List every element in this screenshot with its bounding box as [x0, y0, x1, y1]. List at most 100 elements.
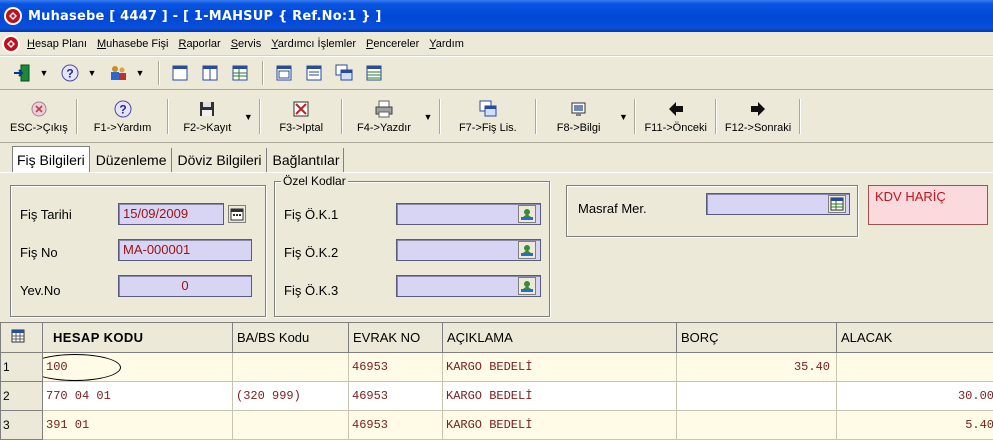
yev-no-label: Yev.No [20, 283, 61, 298]
calendar-icon [230, 208, 244, 221]
menu-muhasebe-fisi[interactable]: Muhasebe Fişi [96, 36, 170, 52]
col-header-aciklama[interactable]: AÇIKLAMA [442, 322, 677, 353]
menu-raporlar[interactable]: Raporlar [177, 36, 221, 52]
col-header-borc[interactable]: BORÇ [676, 322, 837, 353]
table-row[interactable]: 1 100 46953 KARGO BEDELİ 35.40 [0, 352, 993, 382]
col-header-alacak[interactable]: ALACAK [836, 322, 993, 353]
row-number[interactable]: 3 [0, 410, 43, 440]
f1-help-button[interactable]: ? F1->Yardım [82, 91, 164, 142]
window-tile-icon[interactable] [270, 60, 298, 86]
cell-alacak[interactable] [836, 352, 993, 382]
users-icon[interactable] [104, 60, 132, 86]
menu-muhasebe-fisi-label: uhasebe Fişi [106, 37, 169, 50]
cell-borc[interactable] [676, 381, 837, 411]
fis-ok1-lookup-button[interactable] [518, 205, 536, 223]
col-header-hesap-kodu[interactable]: HESAP KODU [42, 322, 233, 353]
arrow-right-icon [751, 102, 766, 116]
f11-previous-button[interactable]: F11->Önceki [640, 91, 710, 142]
save-dropdown-arrow-icon[interactable]: ▼ [241, 91, 255, 142]
cell-evrak-no[interactable]: 46953 [348, 381, 443, 411]
users-dropdown-arrow-icon[interactable]: ▼ [134, 60, 146, 86]
f4-print-button[interactable]: F4->Yazdır [347, 91, 421, 142]
f12-next-button[interactable]: F12->Sonraki [721, 91, 795, 142]
ozel-kodlar-legend: Özel Kodlar [281, 174, 348, 188]
col-header-ba-bs-kodu[interactable]: BA/BS Kodu [232, 322, 349, 353]
function-toolbar: ESC->Çıkış ? F1->Yardım F2->Kayıt ▼ F3->… [0, 91, 993, 143]
fis-tarihi-field[interactable]: 15/09/2009 [118, 203, 224, 225]
menu-yardim-label: ardım [435, 37, 464, 50]
cell-hesap-kodu[interactable]: 100 [42, 352, 233, 382]
info-dropdown-arrow-icon[interactable]: ▼ [616, 91, 630, 142]
cell-aciklama[interactable]: KARGO BEDELİ [442, 381, 677, 411]
title-bar: Muhasebe [ 4447 ] - [ 1-MAHSUP { Ref.No:… [0, 0, 993, 32]
table-row[interactable]: 2 770 04 01 (320 999) 46953 KARGO BEDELİ… [0, 381, 993, 411]
menu-hesap-plani[interactable]: Hesap Planı [26, 36, 88, 52]
toolbar-separator [341, 99, 344, 134]
f8-info-button[interactable]: F8->Bilgi [541, 91, 617, 142]
icon-toolbar: ▼ ? ▼ ▼ [0, 56, 993, 90]
window-cascade-icon[interactable] [330, 60, 358, 86]
cell-borc[interactable] [676, 410, 837, 440]
grid-settings-icon [11, 329, 25, 343]
row-number[interactable]: 2 [0, 381, 43, 411]
tab-duzenleme[interactable]: Düzenleme [92, 148, 172, 172]
printer-icon [375, 100, 393, 118]
help-dropdown-arrow-icon[interactable]: ▼ [86, 60, 98, 86]
menu-yardim[interactable]: Yardım [428, 36, 465, 52]
cell-hesap-kodu[interactable]: 770 04 01 [42, 381, 233, 411]
window-table-icon[interactable] [360, 60, 388, 86]
voucher-lines-table: HESAP KODU BA/BS Kodu EVRAK NO AÇIKLAMA … [0, 322, 993, 440]
mdi-child-icon[interactable] [2, 34, 20, 53]
menu-pencereler[interactable]: Pencereler [365, 36, 420, 52]
menu-servis[interactable]: Servis [230, 36, 263, 52]
cell-borc[interactable]: 35.40 [676, 352, 837, 382]
yev-no-field[interactable]: 0 [118, 275, 252, 297]
calendar-picker-button[interactable] [228, 205, 246, 223]
cell-ba-bs-kodu[interactable] [232, 410, 349, 440]
cell-evrak-no[interactable]: 46953 [348, 410, 443, 440]
tab-baglantilar[interactable]: Bağlantılar [269, 148, 345, 172]
f7-voucher-list-button[interactable]: F7->Fiş Lis. [445, 91, 531, 142]
window-layout-2-icon[interactable] [196, 60, 224, 86]
help-icon[interactable]: ? [56, 60, 84, 86]
tab-strip: Fiş Bilgileri Düzenleme Döviz Bilgileri … [12, 146, 346, 172]
fis-no-field[interactable]: MA-000001 [118, 239, 252, 261]
table-row[interactable]: 3 391 01 46953 KARGO BEDELİ 5.40 [0, 410, 993, 440]
window-layout-1-icon[interactable] [166, 60, 194, 86]
f2-save-button[interactable]: F2->Kayıt [173, 91, 241, 142]
cell-hesap-kodu[interactable]: 391 01 [42, 410, 233, 440]
esc-exit-button[interactable]: ESC->Çıkış [6, 91, 72, 142]
cell-evrak-no[interactable]: 46953 [348, 352, 443, 382]
toolbar-separator [167, 99, 170, 134]
cell-ba-bs-kodu[interactable] [232, 352, 349, 382]
masraf-lookup-button[interactable] [828, 195, 846, 213]
grid-corner-cell[interactable] [0, 322, 43, 353]
cell-alacak[interactable]: 30.00 [836, 381, 993, 411]
tab-doviz-bilgileri[interactable]: Döviz Bilgileri [174, 148, 267, 172]
fis-ok3-lookup-button[interactable] [518, 277, 536, 295]
cell-ba-bs-kodu[interactable]: (320 999) [232, 381, 349, 411]
fis-tarihi-label: Fiş Tarihi [20, 207, 72, 222]
voucher-lines-grid: HESAP KODU BA/BS Kodu EVRAK NO AÇIKLAMA … [0, 322, 993, 441]
floppy-save-icon [200, 102, 215, 116]
toolbar-separator [438, 99, 441, 134]
f3-cancel-button[interactable]: F3->Iptal [265, 91, 337, 142]
window-grid-icon[interactable] [226, 60, 254, 86]
voucher-info-panel: Fiş Tarihi 15/09/2009 Fiş No MA-000001 Y… [0, 172, 993, 320]
fis-ok2-lookup-button[interactable] [518, 241, 536, 259]
window-list-icon[interactable] [300, 60, 328, 86]
exit-dropdown-arrow-icon[interactable]: ▼ [38, 60, 50, 86]
masraf-mer-label: Masraf Mer. [578, 201, 647, 216]
exit-door-icon[interactable] [8, 60, 36, 86]
cell-alacak[interactable]: 5.40 [836, 410, 993, 440]
row-number[interactable]: 1 [0, 352, 43, 382]
menu-yardimci-islemler[interactable]: Yardımcı İşlemler [270, 36, 357, 52]
menu-hesap-plani-accel: H [27, 37, 35, 50]
cell-aciklama[interactable]: KARGO BEDELİ [442, 352, 677, 382]
fis-ok3-label: Fiş Ö.K.3 [284, 283, 339, 298]
col-header-evrak-no[interactable]: EVRAK NO [348, 322, 443, 353]
tab-fis-bilgileri[interactable]: Fiş Bilgileri [12, 146, 90, 172]
cell-aciklama[interactable]: KARGO BEDELİ [442, 410, 677, 440]
fis-no-label: Fiş No [20, 245, 58, 260]
print-dropdown-arrow-icon[interactable]: ▼ [421, 91, 435, 142]
